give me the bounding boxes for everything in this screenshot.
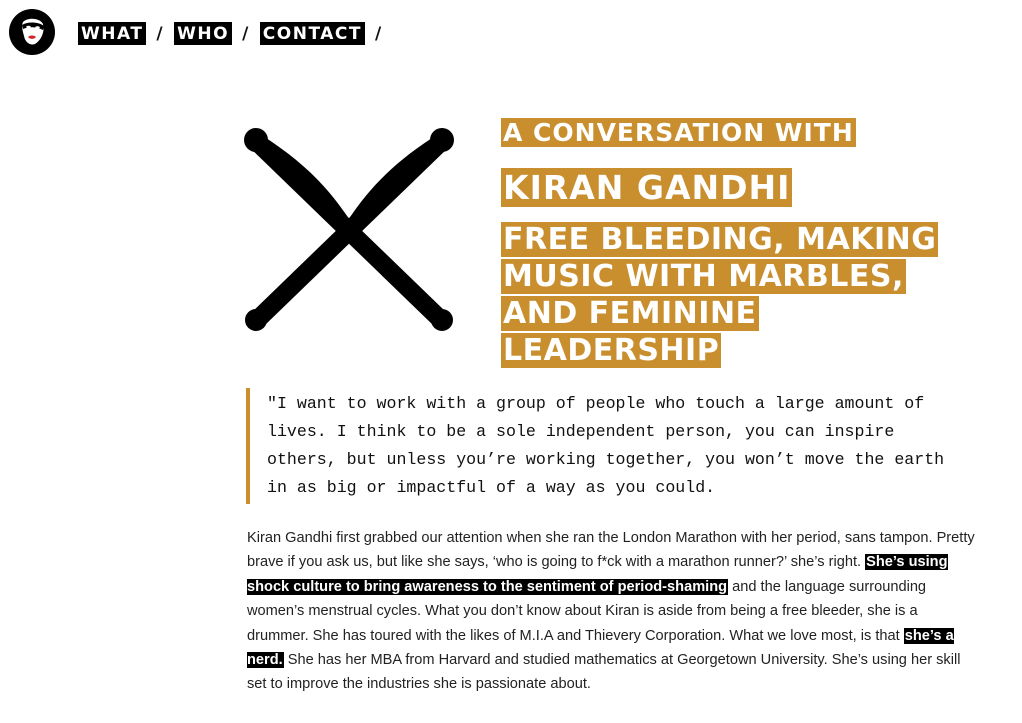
nav-link-contact[interactable]: CONTACT — [259, 22, 365, 45]
hero-titles: A CONVERSATION WITH KIRAN GANDHI FREE BL… — [501, 115, 971, 369]
nav-link-who[interactable]: WHO — [174, 22, 233, 45]
nav-link-what[interactable]: WHAT — [78, 22, 147, 45]
nav-separator: / — [156, 23, 165, 44]
guest-name: KIRAN GANDHI — [501, 168, 793, 207]
article-paragraph: Kiran Gandhi first grabbed our attention… — [247, 526, 977, 697]
crossed-drumsticks-icon — [238, 122, 460, 342]
site-logo-icon[interactable] — [8, 8, 56, 56]
hero-kicker: A CONVERSATION WITH — [501, 118, 856, 147]
article-text: She has her MBA from Harvard and studied… — [247, 652, 961, 693]
hero-subtitle: FREE BLEEDING, MAKING MUSIC WITH MARBLES… — [501, 222, 939, 368]
pull-quote: "I want to work with a group of people w… — [246, 388, 966, 504]
main-nav: WHAT / WHO / CONTACT / — [78, 22, 393, 45]
nav-separator: / — [374, 23, 383, 44]
nav-separator: / — [242, 23, 250, 44]
